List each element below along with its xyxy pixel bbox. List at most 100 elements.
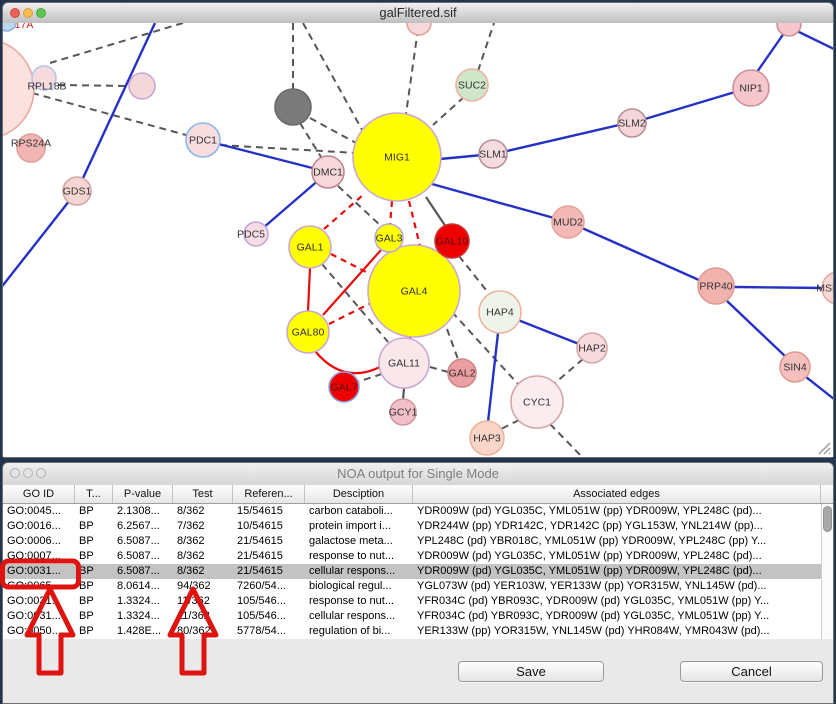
- edge-blue[interactable]: [806, 377, 833, 399]
- node-label-SIN4: SIN4: [783, 362, 807, 374]
- edge-gray-dashed[interactable]: [447, 329, 459, 362]
- graph-window-titlebar[interactable]: galFiltered.sif: [3, 3, 833, 24]
- edge-gray-dashed[interactable]: [478, 23, 494, 71]
- edge-red-dashed[interactable]: [331, 254, 370, 274]
- edge-blue[interactable]: [645, 92, 735, 119]
- cancel-button[interactable]: Cancel: [680, 661, 823, 682]
- edge-gray-dashed[interactable]: [459, 256, 490, 295]
- node-unlabeled[interactable]: [407, 23, 431, 35]
- node-RPL18B[interactable]: [129, 73, 155, 99]
- table-row[interactable]: GO:0007...BP6.5087...8/36221/54615respon…: [3, 549, 821, 564]
- cell-p_value: 1.428E...: [113, 624, 173, 639]
- minimize-button-icon[interactable]: [23, 468, 33, 478]
- edge-gray-dashed[interactable]: [58, 85, 129, 86]
- column-header-spacer: [821, 485, 833, 503]
- cell-go_id: GO:0031...: [3, 594, 75, 609]
- node-label-GAL7: GAL7: [331, 382, 358, 394]
- minimize-button-icon[interactable]: [23, 8, 33, 18]
- cell-go_id: GO:0045...: [3, 504, 75, 519]
- edge-blue[interactable]: [203, 140, 328, 172]
- node-label-GAL2: GAL2: [449, 368, 476, 380]
- close-button-icon[interactable]: [10, 468, 20, 478]
- cell-edges: YFR034C (pd) YBR093C, YDR009W (pd) YGL03…: [413, 609, 821, 624]
- save-button[interactable]: Save: [458, 661, 604, 682]
- node-label-GCY1: GCY1: [389, 407, 418, 419]
- table-row[interactable]: GO:0016...BP6.2567...7/36210/54615protei…: [3, 519, 821, 534]
- edge-blue[interactable]: [582, 228, 699, 280]
- edge-red-dashed[interactable]: [409, 201, 420, 246]
- node-unlabeled[interactable]: [275, 89, 311, 125]
- edge-gray-dashed[interactable]: [357, 374, 382, 382]
- edge-blue[interactable]: [797, 31, 833, 50]
- cell-type: BP: [75, 549, 113, 564]
- edge-gray-dashed[interactable]: [554, 359, 583, 384]
- edge-red-solid[interactable]: [315, 351, 380, 373]
- cell-description: response to nut...: [305, 549, 413, 564]
- table-row[interactable]: GO:0006...BP6.5087...8/36221/54615galact…: [3, 534, 821, 549]
- cell-type: BP: [75, 624, 113, 639]
- edge-blue[interactable]: [432, 184, 554, 218]
- edge-gray-dashed[interactable]: [550, 424, 584, 457]
- column-header-description[interactable]: Desciption: [305, 485, 413, 503]
- edge-gray-dashed[interactable]: [310, 118, 356, 143]
- scrollbar-thumb[interactable]: [823, 506, 832, 532]
- column-header-test[interactable]: Test: [173, 485, 233, 503]
- cell-edges: YGL073W (pd) YER103W, YER133W (pp) YOR31…: [413, 579, 821, 594]
- cell-test: 7/362: [173, 519, 233, 534]
- column-header-go_id[interactable]: GO ID: [3, 485, 75, 503]
- cell-description: cellular respons...: [305, 609, 413, 624]
- edge-blue[interactable]: [734, 287, 823, 288]
- cell-edges: YFR034C (pd) YBR093C, YDR009W (pd) YGL03…: [413, 594, 821, 609]
- node-label-CYC1: CYC1: [523, 397, 551, 409]
- column-header-type[interactable]: T...: [75, 485, 113, 503]
- zoom-button-icon[interactable]: [36, 468, 46, 478]
- edge-gray-solid[interactable]: [403, 388, 404, 400]
- edge-blue[interactable]: [507, 125, 619, 151]
- edge-red-dashed[interactable]: [390, 201, 392, 225]
- edge-red-dashed[interactable]: [324, 195, 363, 229]
- edge-gray-dashed[interactable]: [430, 367, 448, 372]
- network-canvas[interactable]: RPL18BRPS24AGDS1PDC1DMC1MIG1SUC2NIP1SLM2…: [3, 23, 833, 457]
- edge-blue[interactable]: [3, 191, 77, 289]
- edge-red-solid[interactable]: [308, 268, 310, 311]
- close-button-icon[interactable]: [10, 8, 20, 18]
- cell-description: regulation of bi...: [305, 624, 413, 639]
- table-row[interactable]: GO:0031...BP1.3324...11/362105/546...cel…: [3, 609, 821, 624]
- edge-gray-solid[interactable]: [426, 197, 446, 227]
- noa-output-window: NOA output for Single Mode GO IDT...P-va…: [2, 462, 834, 704]
- cell-reference: 21/54615: [233, 534, 305, 549]
- edge-blue[interactable]: [518, 320, 579, 344]
- edge-gray-dashed[interactable]: [300, 123, 321, 157]
- table-row[interactable]: GO:0065...BP8.0614...94/3627260/54...bio…: [3, 579, 821, 594]
- edge-blue[interactable]: [488, 333, 498, 422]
- cell-reference: 15/54615: [233, 504, 305, 519]
- cell-edges: YDR009W (pd) YGL035C, YML051W (pp) YDR00…: [413, 549, 821, 564]
- node-label-HAP3: HAP3: [473, 433, 501, 445]
- edge-gray-dashed[interactable]: [406, 29, 418, 114]
- cell-reference: 105/546...: [233, 594, 305, 609]
- table-row[interactable]: GO:0045...BP2.1308...8/36215/54615carbon…: [3, 504, 821, 519]
- table-row[interactable]: GO:0050...BP1.428E...80/3625778/54...reg…: [3, 624, 821, 639]
- cell-go_id: GO:0065...: [3, 579, 75, 594]
- cell-go_id: GO:0006...: [3, 534, 75, 549]
- cell-test: 8/362: [173, 564, 233, 579]
- noa-window-titlebar[interactable]: NOA output for Single Mode: [3, 463, 833, 486]
- column-header-edges[interactable]: Associated edges: [413, 485, 821, 503]
- edge-gray-dashed[interactable]: [50, 23, 183, 63]
- edge-blue[interactable]: [727, 301, 786, 357]
- vertical-scrollbar[interactable]: [821, 504, 833, 639]
- cell-description: cellular respons...: [305, 564, 413, 579]
- resize-grip-icon[interactable]: [819, 443, 830, 454]
- table-row[interactable]: GO:0031...BP6.5087...8/36221/54615cellul…: [3, 564, 821, 579]
- cell-reference: 21/54615: [233, 549, 305, 564]
- edge-blue[interactable]: [77, 23, 155, 191]
- column-header-p_value[interactable]: P-value: [113, 485, 173, 503]
- edge-gray-dashed[interactable]: [32, 93, 186, 135]
- node-unlabeled[interactable]: [777, 23, 801, 36]
- column-header-reference[interactable]: Referen...: [233, 485, 305, 503]
- edge-gray-dashed[interactable]: [433, 97, 464, 125]
- table-row[interactable]: GO:0031...BP1.3324...11/362105/546...res…: [3, 594, 821, 609]
- cell-p_value: 8.0614...: [113, 579, 173, 594]
- cell-type: BP: [75, 564, 113, 579]
- zoom-button-icon[interactable]: [36, 8, 46, 18]
